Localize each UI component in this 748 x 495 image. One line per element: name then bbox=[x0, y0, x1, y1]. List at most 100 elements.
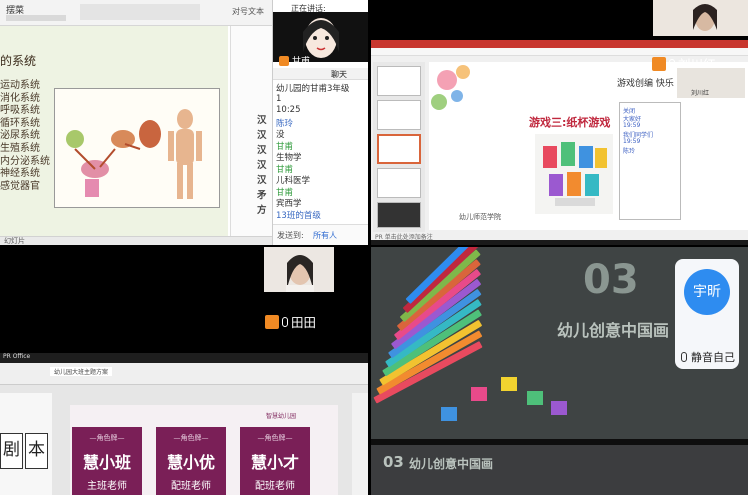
slide-bullet: 呼吸系统 bbox=[0, 105, 40, 117]
slide-bullet: 内分泌系统 bbox=[0, 155, 50, 167]
user-icon bbox=[652, 56, 666, 71]
anatomy-illustration bbox=[54, 88, 220, 208]
slide-bullet: 感觉器官 bbox=[0, 180, 40, 192]
ribbon-group[interactable] bbox=[80, 4, 200, 20]
logo-text: 智慧幼儿园 bbox=[266, 413, 297, 420]
card-role: —角色牌— bbox=[257, 434, 293, 442]
chat-message: 幼儿园的甘甫3年级 bbox=[276, 84, 350, 94]
mute-self-label: 静音自己 bbox=[691, 351, 735, 364]
mic-icon bbox=[681, 352, 687, 362]
next-slide-strip: 03 幼儿创意中国画 bbox=[371, 445, 748, 495]
section-heading: 幼儿创意中国画 bbox=[557, 321, 670, 340]
video-tile-2: 游戏创编 快乐 游戏三:纸杯游戏 幼儿师范学院 关闭 大家好 19:59 我们同学们 1… bbox=[371, 0, 748, 245]
user-icon bbox=[279, 55, 289, 66]
video-tile-1: 摆菜 对号文本 的系统 运动系统 消化系统 呼吸系统 循环系统 泌尿系统 生殖系统 内分泌系… bbox=[0, 0, 368, 245]
card-subtitle: 配班老师 bbox=[255, 481, 295, 492]
self-avatar: 宇昕 bbox=[684, 269, 730, 315]
thumbnail-pane[interactable] bbox=[373, 62, 425, 232]
person-silhouette bbox=[693, 4, 717, 31]
slide-title: 的系统 bbox=[0, 54, 37, 68]
role-card-3: —角色牌— 慧小才 配班老师 bbox=[240, 427, 310, 495]
shared-chat-line: 大家好 bbox=[623, 116, 642, 123]
notes-item: 方 bbox=[257, 205, 267, 216]
floral-decoration bbox=[431, 65, 470, 110]
notes-item: 汉 bbox=[257, 175, 267, 186]
chat-message: 甘甫 bbox=[276, 187, 294, 198]
ribbon-right-label[interactable]: 对号文本 bbox=[232, 6, 264, 17]
shared-chat-line: 我们同学们 bbox=[623, 132, 654, 139]
mini-camera: 刘川红 bbox=[677, 68, 745, 98]
slide-bullet: 泌尿系统 bbox=[0, 130, 40, 142]
slide-canvas: 的系统 运动系统 消化系统 呼吸系统 循环系统 泌尿系统 生殖系统 内分泌系统 神经系统 感觉器… bbox=[0, 26, 228, 236]
script-char-1: 剧 bbox=[0, 433, 23, 469]
mute-self-button[interactable]: 静音自己 bbox=[681, 349, 735, 365]
name-tag-tian: 田田 bbox=[265, 312, 316, 331]
camera-feed-liu bbox=[653, 0, 748, 36]
paper-cups-image bbox=[543, 142, 607, 206]
slide-bullet: 消化系统 bbox=[0, 92, 40, 104]
script-char-2: 本 bbox=[25, 433, 48, 469]
right-toolbar[interactable] bbox=[352, 393, 368, 495]
shared-chat-line: 19:59 bbox=[623, 122, 641, 129]
chat-user-tag: 甘甫 bbox=[279, 54, 310, 67]
chat-user-name: 甘甫 bbox=[292, 57, 311, 67]
os-menubar: PR Office bbox=[0, 353, 368, 363]
person-silhouette bbox=[286, 255, 314, 293]
status-left: 幻灯片 bbox=[4, 237, 25, 245]
mic-icon bbox=[669, 58, 675, 69]
slide-footer: 幼儿师范学院 bbox=[459, 213, 501, 221]
mic-icon bbox=[282, 316, 288, 327]
shared-chat-line: 关闭 bbox=[623, 108, 636, 115]
slide-header: 游戏创编 快乐 bbox=[617, 79, 674, 89]
chat-message: 甘甫 bbox=[276, 164, 294, 175]
section-number: 03 bbox=[583, 257, 639, 303]
document-tab[interactable]: 幼儿园大班主题方案 bbox=[50, 367, 113, 376]
slide-notes-pane[interactable]: 汉汉汉汉汉矛方 bbox=[230, 26, 272, 236]
binder-clips bbox=[441, 377, 567, 421]
paper-cups-photo bbox=[535, 134, 613, 214]
self-tile[interactable]: 宇昕 静音自己 bbox=[675, 259, 739, 369]
chat-message: 陈玲 bbox=[276, 118, 294, 129]
video-tile-3: 田田 bbox=[0, 247, 368, 350]
chat-panel: 正在讲话: 甘甫 聊天 幼儿园的甘甫3年级 1 10:25 陈玲没甘甫 生物学 甘甫 儿科医… bbox=[272, 0, 368, 245]
footer-heading: 幼儿创意中国画 bbox=[409, 457, 494, 471]
anatomy-drawing bbox=[66, 109, 202, 199]
ribbon-tools[interactable] bbox=[6, 15, 66, 21]
chat-message: 生物学 bbox=[276, 153, 302, 163]
slide-thumb-5[interactable] bbox=[377, 202, 421, 228]
notes-item: 汉 bbox=[257, 115, 267, 126]
app-toolbar[interactable]: 幼儿园大班主题方案 bbox=[0, 363, 368, 385]
chat-message: 宾西学 bbox=[276, 199, 302, 209]
participant-name: 田田 bbox=[291, 315, 317, 330]
card-role: —角色牌— bbox=[173, 434, 209, 442]
chat-header: 聊天 bbox=[273, 68, 368, 80]
camera-feed-tian bbox=[264, 247, 334, 293]
card-name: 慧小才 bbox=[250, 453, 299, 472]
card-name: 慧小班 bbox=[82, 453, 131, 472]
slide-thumb-3[interactable] bbox=[377, 134, 421, 164]
send-to-select[interactable]: 所有人 bbox=[313, 230, 337, 241]
chat-message: 儿科医学 bbox=[276, 176, 311, 186]
card-role: —角色牌— bbox=[89, 434, 125, 442]
card-name: 慧小优 bbox=[166, 453, 215, 472]
document-page: 智慧幼儿园 —角色牌— 慧小班 主班老师 —角色牌— 慧小优 配班老师 —角色牌… bbox=[70, 405, 338, 495]
shared-chat-line: 陈玲 bbox=[623, 148, 636, 155]
chat-message: 没 bbox=[276, 130, 285, 140]
role-card-2: —角色牌— 慧小优 配班老师 bbox=[156, 427, 226, 495]
slide-thumb-2[interactable] bbox=[377, 100, 421, 130]
taskbar bbox=[371, 240, 748, 245]
chat-message: 13班的首级 bbox=[276, 210, 321, 221]
slide-thumb-4[interactable] bbox=[377, 168, 421, 198]
slide-thumb-1[interactable] bbox=[377, 66, 421, 96]
user-icon bbox=[265, 314, 279, 329]
card-subtitle: 配班老师 bbox=[171, 481, 211, 492]
chat-send-bar[interactable]: 发送到: 所有人 bbox=[273, 224, 368, 245]
video-tile-5: 03 幼儿创意中国画 03 幼儿创意中国画 宇昕 静音自己 bbox=[371, 247, 748, 495]
shared-chat-box: 关闭 大家好 19:59 我们同学们 19:59 陈玲 bbox=[619, 102, 681, 220]
mini-tag: 刘川红 bbox=[691, 90, 710, 97]
slide-title: 游戏三:纸杯游戏 bbox=[529, 116, 611, 129]
notes-item: 矛 bbox=[257, 190, 267, 201]
slide-bullet: 循环系统 bbox=[0, 117, 40, 129]
notes-item: 汉 bbox=[257, 160, 267, 171]
slide-bullet: 运动系统 bbox=[0, 80, 40, 91]
